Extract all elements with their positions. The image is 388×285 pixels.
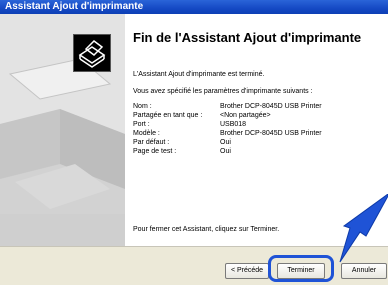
- printer-icon-box: [73, 34, 111, 72]
- setting-label-model: Modèle :: [133, 130, 160, 137]
- title-bar: Assistant Ajout d'imprimante: [0, 0, 388, 14]
- specified-text: Vous avez spécifié les paramètres d'impr…: [133, 88, 313, 95]
- setting-value-shared: <Non partagée>: [220, 112, 271, 119]
- setting-value-model: Brother DCP-8045D USB Printer: [220, 130, 322, 137]
- close-instructions: Pour fermer cet Assistant, cliquez sur T…: [133, 226, 280, 233]
- setting-label-shared: Partagée en tant que :: [133, 112, 203, 119]
- setting-label-default: Par défaut :: [133, 139, 170, 146]
- wizard-window: Assistant Ajout d'imprimante Fin de l'As…: [0, 0, 388, 285]
- printer-icon: [78, 40, 106, 68]
- setting-value-default: Oui: [220, 139, 231, 146]
- finish-highlight-ring: [268, 255, 334, 282]
- back-button[interactable]: < Précéde: [225, 263, 269, 279]
- setting-value-name: Brother DCP-8045D USB Printer: [220, 103, 322, 110]
- setting-value-testpage: Oui: [220, 148, 231, 155]
- setting-label-testpage: Page de test :: [133, 148, 177, 155]
- setting-label-port: Port :: [133, 121, 150, 128]
- setting-label-name: Nom :: [133, 103, 152, 110]
- setting-value-port: USB018: [220, 121, 247, 128]
- page-title: Fin de l'Assistant Ajout d'imprimante: [133, 30, 362, 45]
- pointer-arrow-icon: [339, 194, 388, 263]
- wizard-side-panel: [0, 14, 125, 246]
- finished-text: L'Assistant Ajout d'imprimante est termi…: [133, 71, 265, 78]
